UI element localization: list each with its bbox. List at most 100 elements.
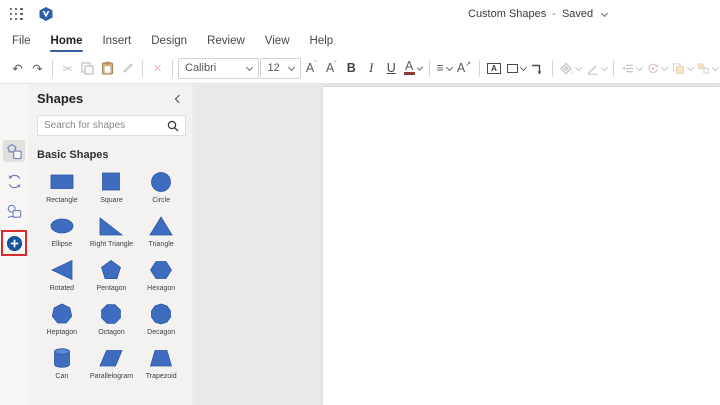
shape-item-ellipse[interactable]: Ellipse bbox=[37, 214, 87, 248]
chevron-down-icon bbox=[246, 63, 253, 70]
drawing-canvas[interactable] bbox=[196, 84, 720, 405]
menu-design[interactable]: Design bbox=[141, 28, 197, 53]
delete-button[interactable]: × bbox=[148, 57, 167, 79]
format-painter-icon bbox=[121, 62, 134, 75]
document-title[interactable]: Custom Shapes - Saved bbox=[468, 0, 607, 28]
shape-item-square[interactable]: Square bbox=[87, 170, 137, 204]
basic-shapes-icon bbox=[6, 143, 23, 160]
grow-font-button[interactable]: Aˆ bbox=[302, 57, 321, 79]
format-painter-button[interactable] bbox=[118, 57, 137, 79]
parallelogram-shape-icon bbox=[98, 346, 124, 370]
shape-item-hexagon[interactable]: Hexagon bbox=[136, 258, 186, 292]
shape-label: Decagon bbox=[147, 329, 175, 336]
shape-label: Pentagon bbox=[97, 285, 127, 292]
app-launcher-icon[interactable] bbox=[10, 8, 23, 21]
underline-button[interactable]: U bbox=[382, 57, 401, 79]
font-color-button[interactable]: A bbox=[402, 57, 424, 79]
position-icon bbox=[621, 62, 634, 75]
position-button[interactable] bbox=[619, 57, 644, 79]
menu-file[interactable]: File bbox=[2, 28, 41, 53]
group-button[interactable] bbox=[695, 57, 720, 79]
shrink-font-button[interactable]: Aˇ bbox=[322, 57, 341, 79]
menu-insert[interactable]: Insert bbox=[92, 28, 141, 53]
font-size-select[interactable]: 12 bbox=[260, 58, 300, 79]
toolbar-divider bbox=[479, 60, 480, 77]
chevron-down-icon bbox=[288, 63, 295, 70]
fill-bucket-icon bbox=[560, 62, 573, 75]
italic-button[interactable]: I bbox=[362, 57, 381, 79]
menu-view[interactable]: View bbox=[255, 28, 300, 53]
toolbar-divider bbox=[613, 60, 614, 77]
add-shapes-button[interactable] bbox=[4, 233, 24, 253]
toolbar-divider bbox=[429, 60, 430, 77]
shape-item-rotated-triangle[interactable]: Rotated bbox=[37, 258, 87, 292]
shape-item-triangle[interactable]: Triangle bbox=[136, 214, 186, 248]
rotate-icon bbox=[647, 62, 659, 75]
shape-search-input[interactable] bbox=[44, 120, 163, 131]
toolbar-divider bbox=[172, 60, 173, 77]
menu-home[interactable]: Home bbox=[41, 28, 93, 53]
line-style-button[interactable] bbox=[584, 57, 609, 79]
visio-logo-icon[interactable] bbox=[39, 7, 53, 21]
shape-label: Circle bbox=[152, 197, 170, 204]
shape-label: Octagon bbox=[98, 329, 124, 336]
shape-search-box[interactable] bbox=[37, 115, 186, 136]
menu-review[interactable]: Review bbox=[197, 28, 255, 53]
fill-color-button[interactable] bbox=[558, 57, 583, 79]
text-box-button[interactable]: A bbox=[485, 57, 504, 79]
shape-button[interactable] bbox=[505, 57, 528, 79]
shape-item-can[interactable]: Can bbox=[37, 346, 87, 380]
right-triangle-shape-icon bbox=[98, 214, 124, 238]
shape-item-octagon[interactable]: Octagon bbox=[87, 302, 137, 336]
octagon-shape-icon bbox=[98, 302, 124, 326]
shape-item-parallelogram[interactable]: Parallelogram bbox=[87, 346, 137, 380]
font-name-select[interactable]: Calibri bbox=[178, 58, 259, 79]
text-direction-button[interactable]: A↗ bbox=[455, 57, 474, 79]
shape-item-heptagon[interactable]: Heptagon bbox=[37, 302, 87, 336]
circle-shape-icon bbox=[148, 170, 174, 194]
rail-basic-shapes-button[interactable] bbox=[3, 140, 25, 162]
copy-button[interactable] bbox=[78, 57, 97, 79]
rotate-button[interactable] bbox=[645, 57, 669, 79]
cut-button[interactable]: ✂ bbox=[58, 57, 77, 79]
hexagon-shape-icon bbox=[148, 258, 174, 282]
undo-button[interactable]: ↶ bbox=[8, 57, 27, 79]
bold-button[interactable]: B bbox=[342, 57, 361, 79]
shape-item-circle[interactable]: Circle bbox=[136, 170, 186, 204]
shape-item-pentagon[interactable]: Pentagon bbox=[87, 258, 137, 292]
save-status: Saved bbox=[562, 8, 593, 20]
shape-item-right-triangle[interactable]: Right Triangle bbox=[87, 214, 137, 248]
ellipse-shape-icon bbox=[49, 214, 75, 238]
shape-item-decagon[interactable]: Decagon bbox=[136, 302, 186, 336]
paste-icon bbox=[101, 61, 114, 75]
drawing-page[interactable] bbox=[323, 87, 720, 405]
paste-button[interactable] bbox=[98, 57, 117, 79]
search-icon[interactable] bbox=[167, 120, 179, 132]
stencil-rail bbox=[0, 84, 28, 405]
chevron-down-icon bbox=[601, 64, 608, 71]
shape-item-trapezoid[interactable]: Trapezoid bbox=[136, 346, 186, 380]
shape-label: Hexagon bbox=[147, 285, 175, 292]
rail-clip-shapes-button[interactable] bbox=[3, 200, 25, 222]
shape-item-rectangle[interactable]: Rectangle bbox=[37, 170, 87, 204]
bring-forward-button[interactable] bbox=[670, 57, 695, 79]
rail-arrow-shapes-button[interactable] bbox=[3, 170, 25, 192]
basic-shapes-section-title: Basic Shapes bbox=[37, 149, 186, 161]
title-bar: Custom Shapes - Saved bbox=[0, 0, 720, 28]
menu-help[interactable]: Help bbox=[300, 28, 344, 53]
font-size-value: 12 bbox=[267, 62, 279, 74]
annotation-highlight-box bbox=[1, 230, 27, 256]
triangle-shape-icon bbox=[148, 214, 174, 238]
bold-icon: B bbox=[347, 61, 356, 75]
collapse-panel-icon[interactable] bbox=[175, 94, 183, 102]
font-name-value: Calibri bbox=[185, 62, 216, 74]
decagon-shape-icon bbox=[148, 302, 174, 326]
chevron-down-icon[interactable] bbox=[601, 9, 608, 16]
scissors-icon: ✂ bbox=[62, 61, 72, 76]
chevron-down-icon bbox=[687, 64, 694, 71]
shape-label: Can bbox=[55, 373, 68, 380]
align-button[interactable]: ≡ bbox=[435, 57, 454, 79]
redo-button[interactable]: ↷ bbox=[28, 57, 47, 79]
toolbar-divider bbox=[52, 60, 53, 77]
connector-button[interactable] bbox=[528, 57, 547, 79]
